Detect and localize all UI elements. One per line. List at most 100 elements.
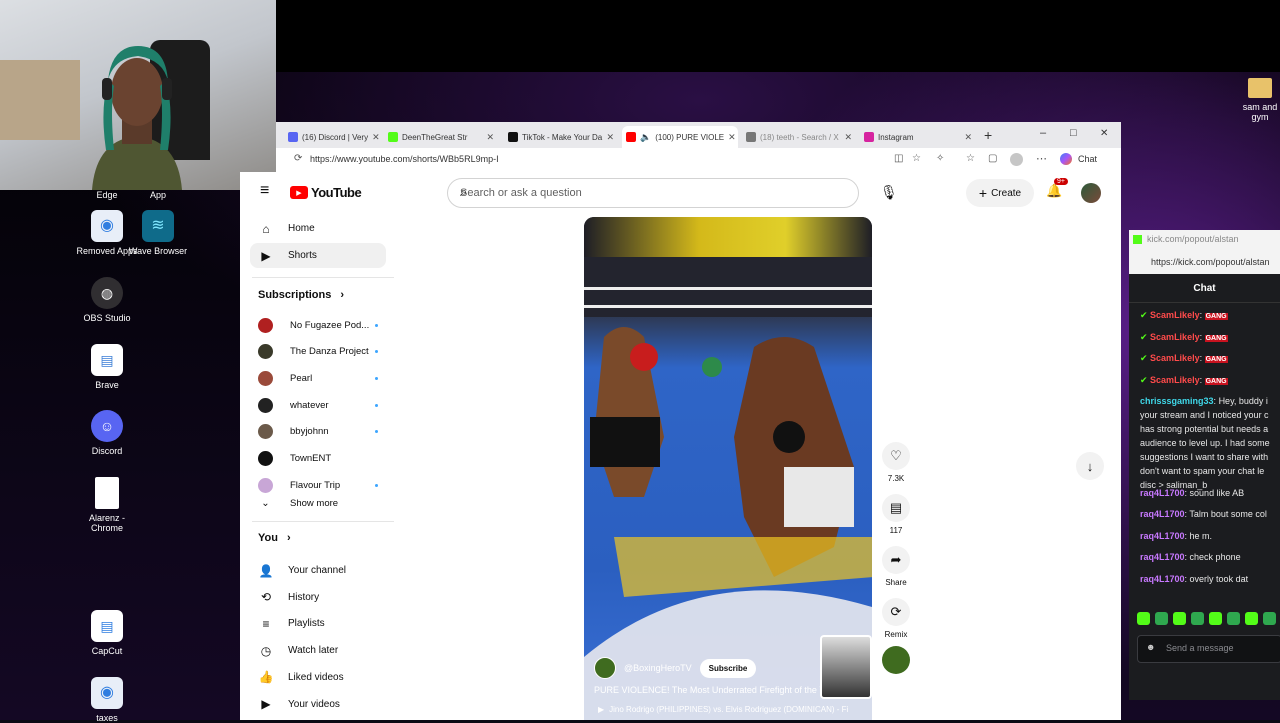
- chat-username[interactable]: chrisssgaming33: [1140, 396, 1214, 406]
- desktop-icon-alarenz[interactable]: Alarenz - Chrome: [76, 477, 138, 533]
- chat-username[interactable]: raq4L1700: [1140, 552, 1185, 562]
- copilot-icon[interactable]: [1060, 153, 1072, 165]
- share-button[interactable]: ➦ Share: [880, 546, 912, 587]
- kick-chat-header: Chat: [1129, 274, 1280, 303]
- chat-username[interactable]: raq4L1700: [1140, 531, 1185, 541]
- streamer-silhouette: [92, 46, 182, 190]
- search-box[interactable]: Search or ask a question ⌕: [447, 178, 859, 208]
- emote-icon[interactable]: [1173, 612, 1186, 625]
- hamburger-menu-icon[interactable]: ≡: [260, 182, 269, 200]
- kick-url-field[interactable]: https://kick.com/popout/alstan: [1151, 257, 1270, 267]
- more-options-icon[interactable]: ⋯: [1036, 152, 1047, 165]
- emote-icon[interactable]: [1227, 612, 1240, 625]
- notifications-bell-icon[interactable]: 🔔: [1046, 183, 1062, 199]
- subscription-item[interactable]: whatever: [258, 394, 378, 416]
- desktop-icon-obs[interactable]: ◍ OBS Studio: [76, 277, 138, 323]
- favorites-icon[interactable]: ☆: [966, 153, 975, 164]
- chat-username[interactable]: ScamLikely: [1150, 310, 1200, 320]
- close-icon[interactable]: ✕: [728, 132, 736, 143]
- desktop-icon-brave[interactable]: ▤ Brave: [76, 344, 138, 390]
- subscriptions-heading[interactable]: Subscriptions ›: [258, 289, 344, 301]
- remix-button[interactable]: ⟳ Remix: [880, 598, 912, 639]
- chat-username[interactable]: raq4L1700: [1140, 488, 1185, 498]
- minimize-button[interactable]: –: [1040, 127, 1046, 139]
- profile-icon[interactable]: [1010, 153, 1023, 166]
- copilot-chat-button[interactable]: Chat: [1078, 154, 1097, 164]
- close-icon[interactable]: ✕: [606, 132, 614, 143]
- refresh-icon[interactable]: ⟳: [294, 153, 302, 164]
- youtube-logo[interactable]: ▶ YouTube: [290, 185, 362, 200]
- close-icon[interactable]: ✕: [372, 132, 380, 143]
- sidebar-item-label: Playlists: [288, 618, 325, 630]
- subscribe-button[interactable]: Subscribe: [699, 658, 757, 678]
- maximize-button[interactable]: □: [1070, 127, 1077, 139]
- tab-instagram[interactable]: Instagram ✕: [860, 126, 976, 148]
- sidebar-item-you[interactable]: ▶ Your videos: [250, 692, 386, 717]
- extensions-icon[interactable]: ✧: [936, 153, 944, 164]
- subscription-item[interactable]: No Fugazee Pod...: [258, 314, 378, 336]
- microphone-icon[interactable]: 🎙: [880, 184, 898, 201]
- speaker-icon[interactable]: 🔈: [640, 132, 651, 143]
- emote-icon[interactable]: [1263, 612, 1276, 625]
- chat-username[interactable]: ScamLikely: [1150, 375, 1200, 385]
- show-more-button[interactable]: ⌄ Show more: [258, 492, 378, 514]
- search-icon[interactable]: ⌕: [460, 184, 846, 200]
- short-video-player[interactable]: @BoxingHeroTV Subscribe PURE VIOLENCE! T…: [584, 217, 872, 720]
- emote-icon[interactable]: [1245, 612, 1258, 625]
- desktop-icon-sam-and-gym[interactable]: sam and gym: [1240, 78, 1280, 122]
- channel-avatar[interactable]: [594, 657, 616, 679]
- url-field[interactable]: https://www.youtube.com/shorts/WBb5RL9mp…: [310, 154, 499, 164]
- sidebar-item-you[interactable]: 👤 Your channel: [250, 558, 386, 583]
- sound-thumbnail[interactable]: [820, 635, 872, 699]
- tab-kick[interactable]: DeenTheGreat Str ✕: [384, 126, 498, 148]
- desktop-icon-capcut[interactable]: ▤ CapCut: [76, 610, 138, 656]
- favorite-star-icon[interactable]: ☆: [912, 153, 921, 164]
- comment-button[interactable]: ▤ 117: [880, 494, 912, 535]
- chat-username[interactable]: raq4L1700: [1140, 574, 1185, 584]
- tab-youtube[interactable]: 🔈 (100) PURE VIOLE ✕: [622, 126, 738, 148]
- desktop-icon-taxes[interactable]: ◉ taxes: [76, 677, 138, 723]
- emoji-picker-icon[interactable]: ☻: [1146, 642, 1155, 652]
- close-icon[interactable]: ✕: [844, 132, 852, 143]
- subscription-item[interactable]: bbyjohnn: [258, 421, 378, 443]
- chat-input[interactable]: ☻ Send a message: [1137, 635, 1280, 663]
- split-screen-icon[interactable]: ◫: [894, 153, 903, 164]
- you-heading[interactable]: You ›: [258, 532, 291, 544]
- subscription-item[interactable]: TownENT: [258, 448, 378, 470]
- sidebar-item-you[interactable]: ⟲ History: [250, 585, 386, 610]
- account-avatar[interactable]: [1081, 183, 1101, 203]
- chat-username[interactable]: ScamLikely: [1150, 332, 1200, 342]
- like-button[interactable]: ♡ 7.3K: [880, 442, 912, 483]
- emote-icon[interactable]: [1209, 612, 1222, 625]
- emote-icon[interactable]: [1191, 612, 1204, 625]
- tab-label: (16) Discord | Very: [302, 132, 369, 142]
- desktop-icon-wave-browser[interactable]: ≋ Wave Browser: [127, 210, 189, 256]
- channel-name[interactable]: @BoxingHeroTV: [624, 663, 692, 673]
- chat-username[interactable]: raq4L1700: [1140, 509, 1185, 519]
- new-content-dot: [375, 376, 378, 380]
- emote-icon[interactable]: [1155, 612, 1168, 625]
- desktop-icon-discord[interactable]: ☺ Discord: [76, 410, 138, 456]
- subscription-item[interactable]: The Danza Project: [258, 341, 378, 363]
- sidebar-item-you[interactable]: ◷ Watch later: [250, 638, 386, 663]
- close-icon[interactable]: ✕: [486, 132, 494, 143]
- subscription-item[interactable]: Pearl: [258, 367, 378, 389]
- emote-icon[interactable]: [1137, 612, 1150, 625]
- collections-icon[interactable]: ▢: [988, 153, 997, 164]
- next-video-arrow-icon[interactable]: ↓: [1076, 452, 1104, 480]
- short-music-row[interactable]: ▶ Jino Rodrigo (PHILIPPINES) vs. Elvis R…: [598, 705, 848, 714]
- sidebar-item-home[interactable]: ⌂ Home: [250, 216, 386, 241]
- chat-username[interactable]: ScamLikely: [1150, 353, 1200, 363]
- channel-thumb-button[interactable]: [880, 646, 912, 678]
- create-button[interactable]: + Create: [966, 179, 1034, 207]
- desktop-icon-app[interactable]: App: [127, 176, 189, 200]
- sidebar-item-you[interactable]: ≡ Playlists: [250, 611, 386, 636]
- tab-tiktok[interactable]: TikTok - Make Your Da ✕: [504, 126, 618, 148]
- tab-discord[interactable]: (16) Discord | Very ✕: [284, 126, 380, 148]
- close-icon[interactable]: ✕: [964, 132, 972, 143]
- tab-x[interactable]: (18) teeth - Search / X ✕: [742, 126, 856, 148]
- close-window-button[interactable]: ✕: [1100, 128, 1108, 139]
- sidebar-item-you[interactable]: 👍 Liked videos: [250, 665, 386, 690]
- sidebar-item-shorts[interactable]: ▶ Shorts: [250, 243, 386, 268]
- new-tab-button[interactable]: +: [984, 127, 992, 143]
